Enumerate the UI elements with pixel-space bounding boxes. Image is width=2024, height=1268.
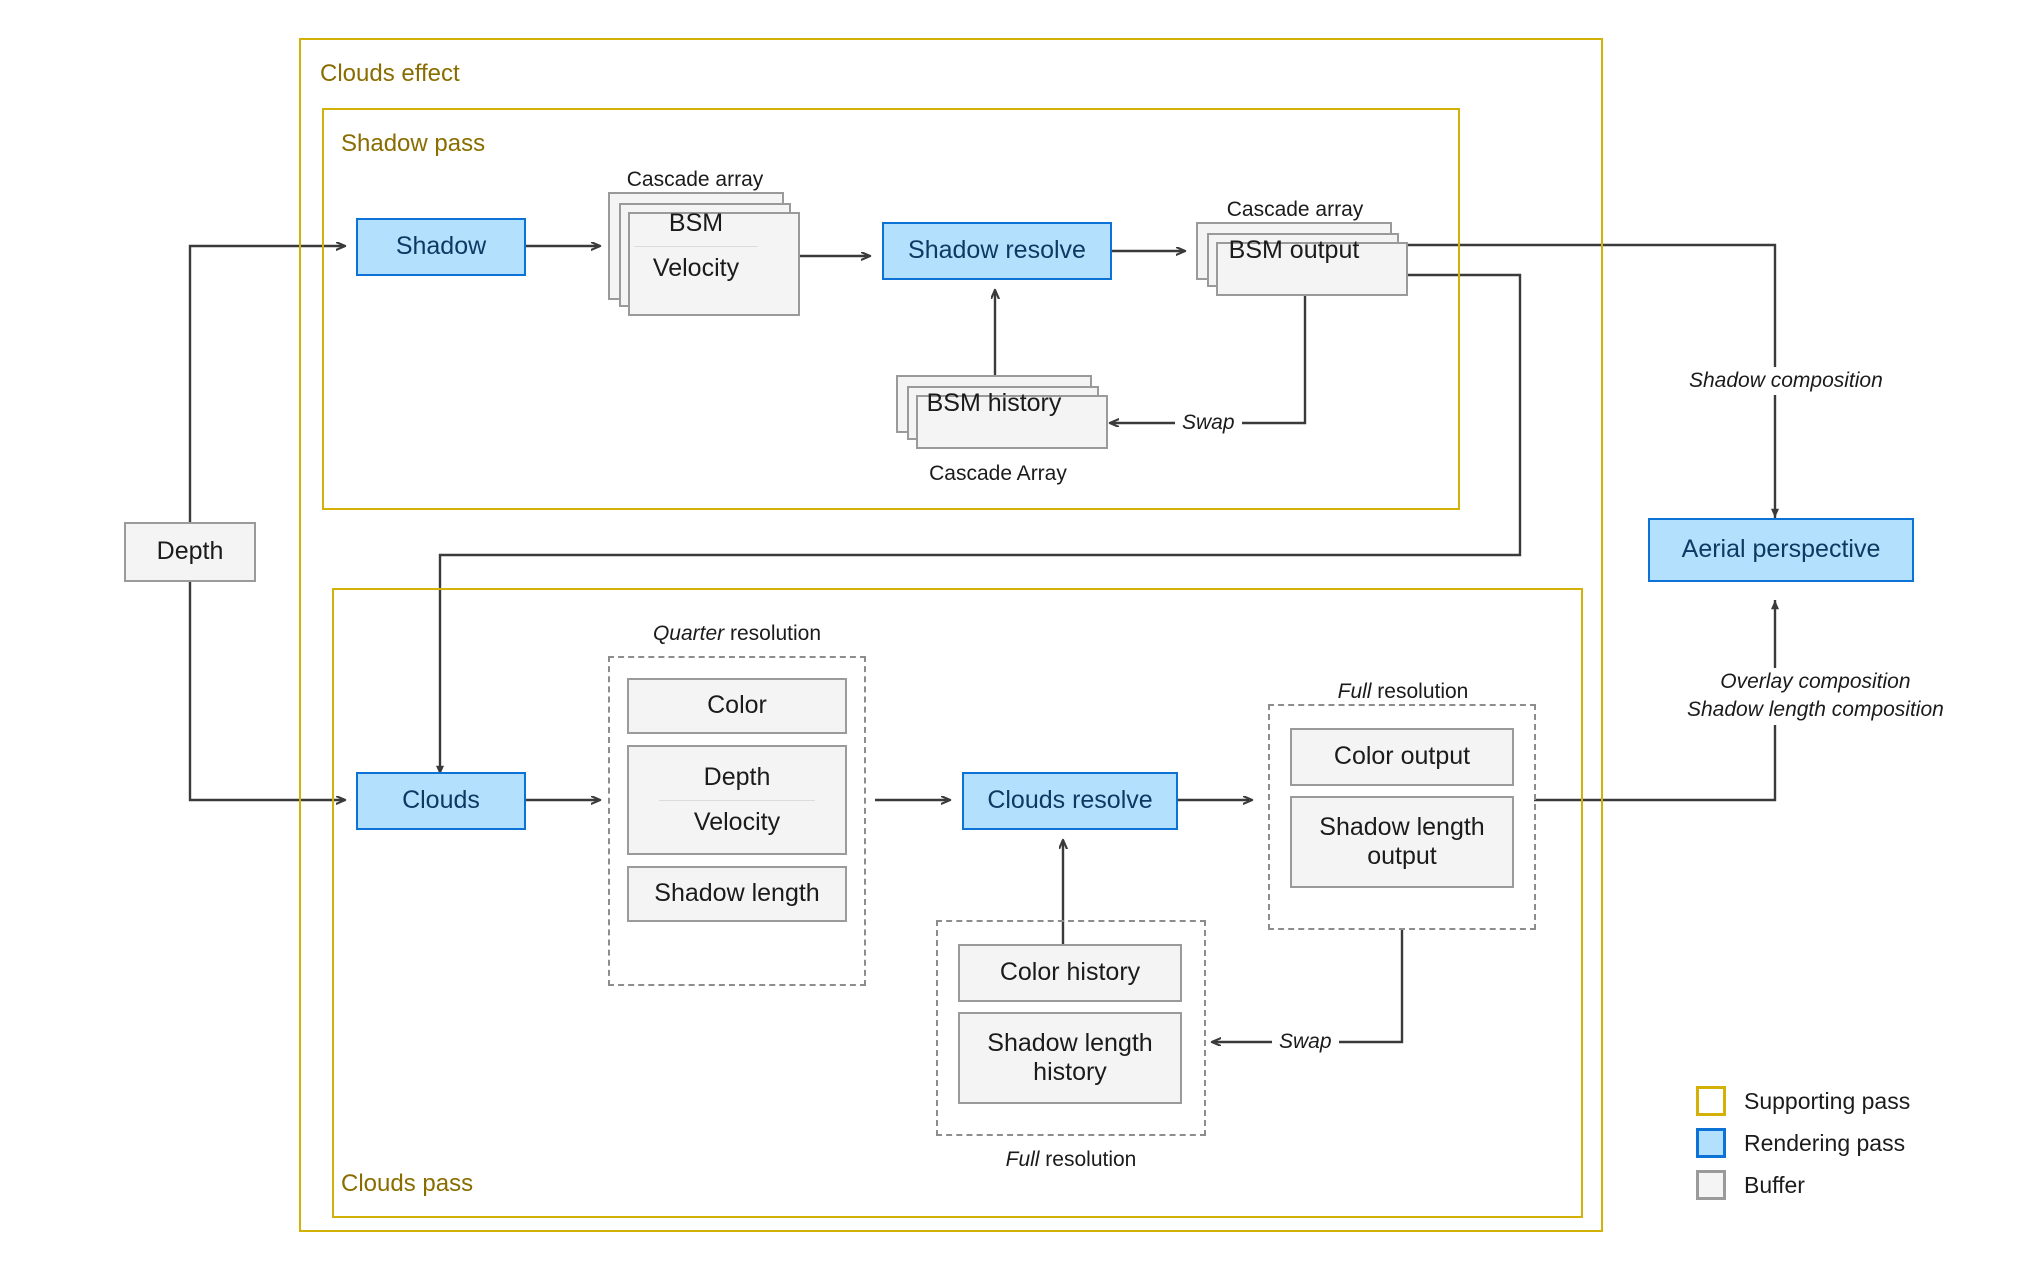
buffer-depth-label: Depth <box>156 537 224 566</box>
diagram-canvas: Clouds effect Shadow pass Clouds pass De… <box>0 0 2024 1268</box>
caption-cascade-array-bsm: Cascade array <box>626 168 764 191</box>
full-resolution-hist-rest: resolution <box>1039 1148 1137 1171</box>
legend: Supporting pass Rendering pass Buffer <box>1696 1086 1910 1200</box>
buffer-bsm-label: BSM <box>668 209 724 237</box>
shadow-pass-group <box>322 108 1460 510</box>
buffer-color-history-label: Color history <box>999 958 1141 987</box>
pass-shadow-label: Shadow <box>395 232 487 261</box>
buffer-bsm-output[interactable]: BSM output <box>1196 222 1408 296</box>
buffer-shadow-length-output-label: Shadow length output <box>1319 812 1485 871</box>
clouds-pass-label: Clouds pass <box>341 1170 474 1197</box>
pass-aerial-perspective-label: Aerial perspective <box>1681 535 1881 564</box>
full-resolution-hist-emphasis: Full <box>1005 1148 1040 1171</box>
quarter-resolution-rest: resolution <box>724 622 822 645</box>
edge-label-shadow-composition: Shadow composition <box>1682 367 1890 396</box>
buffer-bsm-output-label: BSM output <box>1228 236 1360 265</box>
caption-quarter-resolution: Quarter resolution <box>612 622 862 646</box>
supporting-pass-swatch <box>1696 1086 1726 1116</box>
full-resolution-out-emphasis: Full <box>1337 680 1372 703</box>
buffer-bsm-history-label: BSM history <box>926 389 1062 418</box>
buffer-bsm-history[interactable]: BSM history <box>896 375 1108 449</box>
legend-label-buffer: Buffer <box>1744 1171 1805 1198</box>
pass-clouds-resolve-label: Clouds resolve <box>987 786 1153 815</box>
legend-label-rendering-pass: Rendering pass <box>1744 1129 1906 1156</box>
buffer-swatch <box>1696 1170 1726 1200</box>
buffer-color-output-label: Color output <box>1333 742 1471 771</box>
caption-full-resolution-histories: Full resolution <box>940 1148 1202 1172</box>
full-resolution-out-rest: resolution <box>1371 680 1469 703</box>
overlay-composition-line2: Shadow length composition <box>1687 698 1944 722</box>
buffer-depth-q-label: Depth <box>703 763 771 791</box>
overlay-composition-line1: Overlay composition <box>1720 670 1911 693</box>
pass-clouds-label: Clouds <box>402 786 480 815</box>
quarter-resolution-emphasis: Quarter <box>652 622 725 645</box>
buffer-shadow-length-history-label: Shadow length history <box>987 1028 1153 1087</box>
pass-shadow-resolve[interactable]: Shadow resolve <box>882 222 1112 280</box>
edge-label-swap-clouds: Swap <box>1272 1028 1339 1057</box>
buffer-divider <box>659 799 815 801</box>
rendering-pass-swatch <box>1696 1128 1726 1158</box>
clouds-effect-label: Clouds effect <box>320 60 460 87</box>
buffer-bsm-velocity-cascade[interactable]: BSM Velocity <box>608 192 800 316</box>
buffer-shadow-length-output[interactable]: Shadow length output <box>1290 796 1514 888</box>
pass-shadow-resolve-label: Shadow resolve <box>908 236 1086 265</box>
edge-label-swap-shadow: Swap <box>1175 409 1242 438</box>
legend-label-supporting-pass: Supporting pass <box>1744 1087 1911 1114</box>
legend-item-supporting-pass: Supporting pass <box>1696 1086 1910 1116</box>
buffer-color[interactable]: Color <box>627 678 847 734</box>
buffer-color-label: Color <box>707 691 767 720</box>
buffer-velocity-q-label: Velocity <box>693 807 781 836</box>
buffer-shadow-length-label: Shadow length <box>654 879 820 908</box>
buffer-divider <box>634 245 758 247</box>
buffer-velocity-label: Velocity <box>652 253 740 282</box>
buffer-depth[interactable]: Depth <box>124 522 256 582</box>
edge-label-overlay-composition: Overlay composition Shadow length compos… <box>1680 668 1951 725</box>
legend-item-rendering-pass: Rendering pass <box>1696 1128 1910 1158</box>
legend-item-buffer: Buffer <box>1696 1170 1910 1200</box>
buffer-color-output[interactable]: Color output <box>1290 728 1514 786</box>
caption-full-resolution-outputs: Full resolution <box>1272 680 1534 704</box>
shadow-pass-label: Shadow pass <box>341 130 486 157</box>
buffer-shadow-length[interactable]: Shadow length <box>627 866 847 922</box>
caption-cascade-array-bsm-output: Cascade array <box>1226 198 1364 221</box>
buffer-color-history[interactable]: Color history <box>958 944 1182 1002</box>
buffer-shadow-length-history[interactable]: Shadow length history <box>958 1012 1182 1104</box>
pass-clouds-resolve[interactable]: Clouds resolve <box>962 772 1178 830</box>
buffer-depth-velocity[interactable]: Depth Velocity <box>627 745 847 855</box>
pass-aerial-perspective[interactable]: Aerial perspective <box>1648 518 1914 582</box>
caption-cascade-array-history: Cascade Array <box>929 462 1067 485</box>
pass-shadow[interactable]: Shadow <box>356 218 526 276</box>
pass-clouds[interactable]: Clouds <box>356 772 526 830</box>
